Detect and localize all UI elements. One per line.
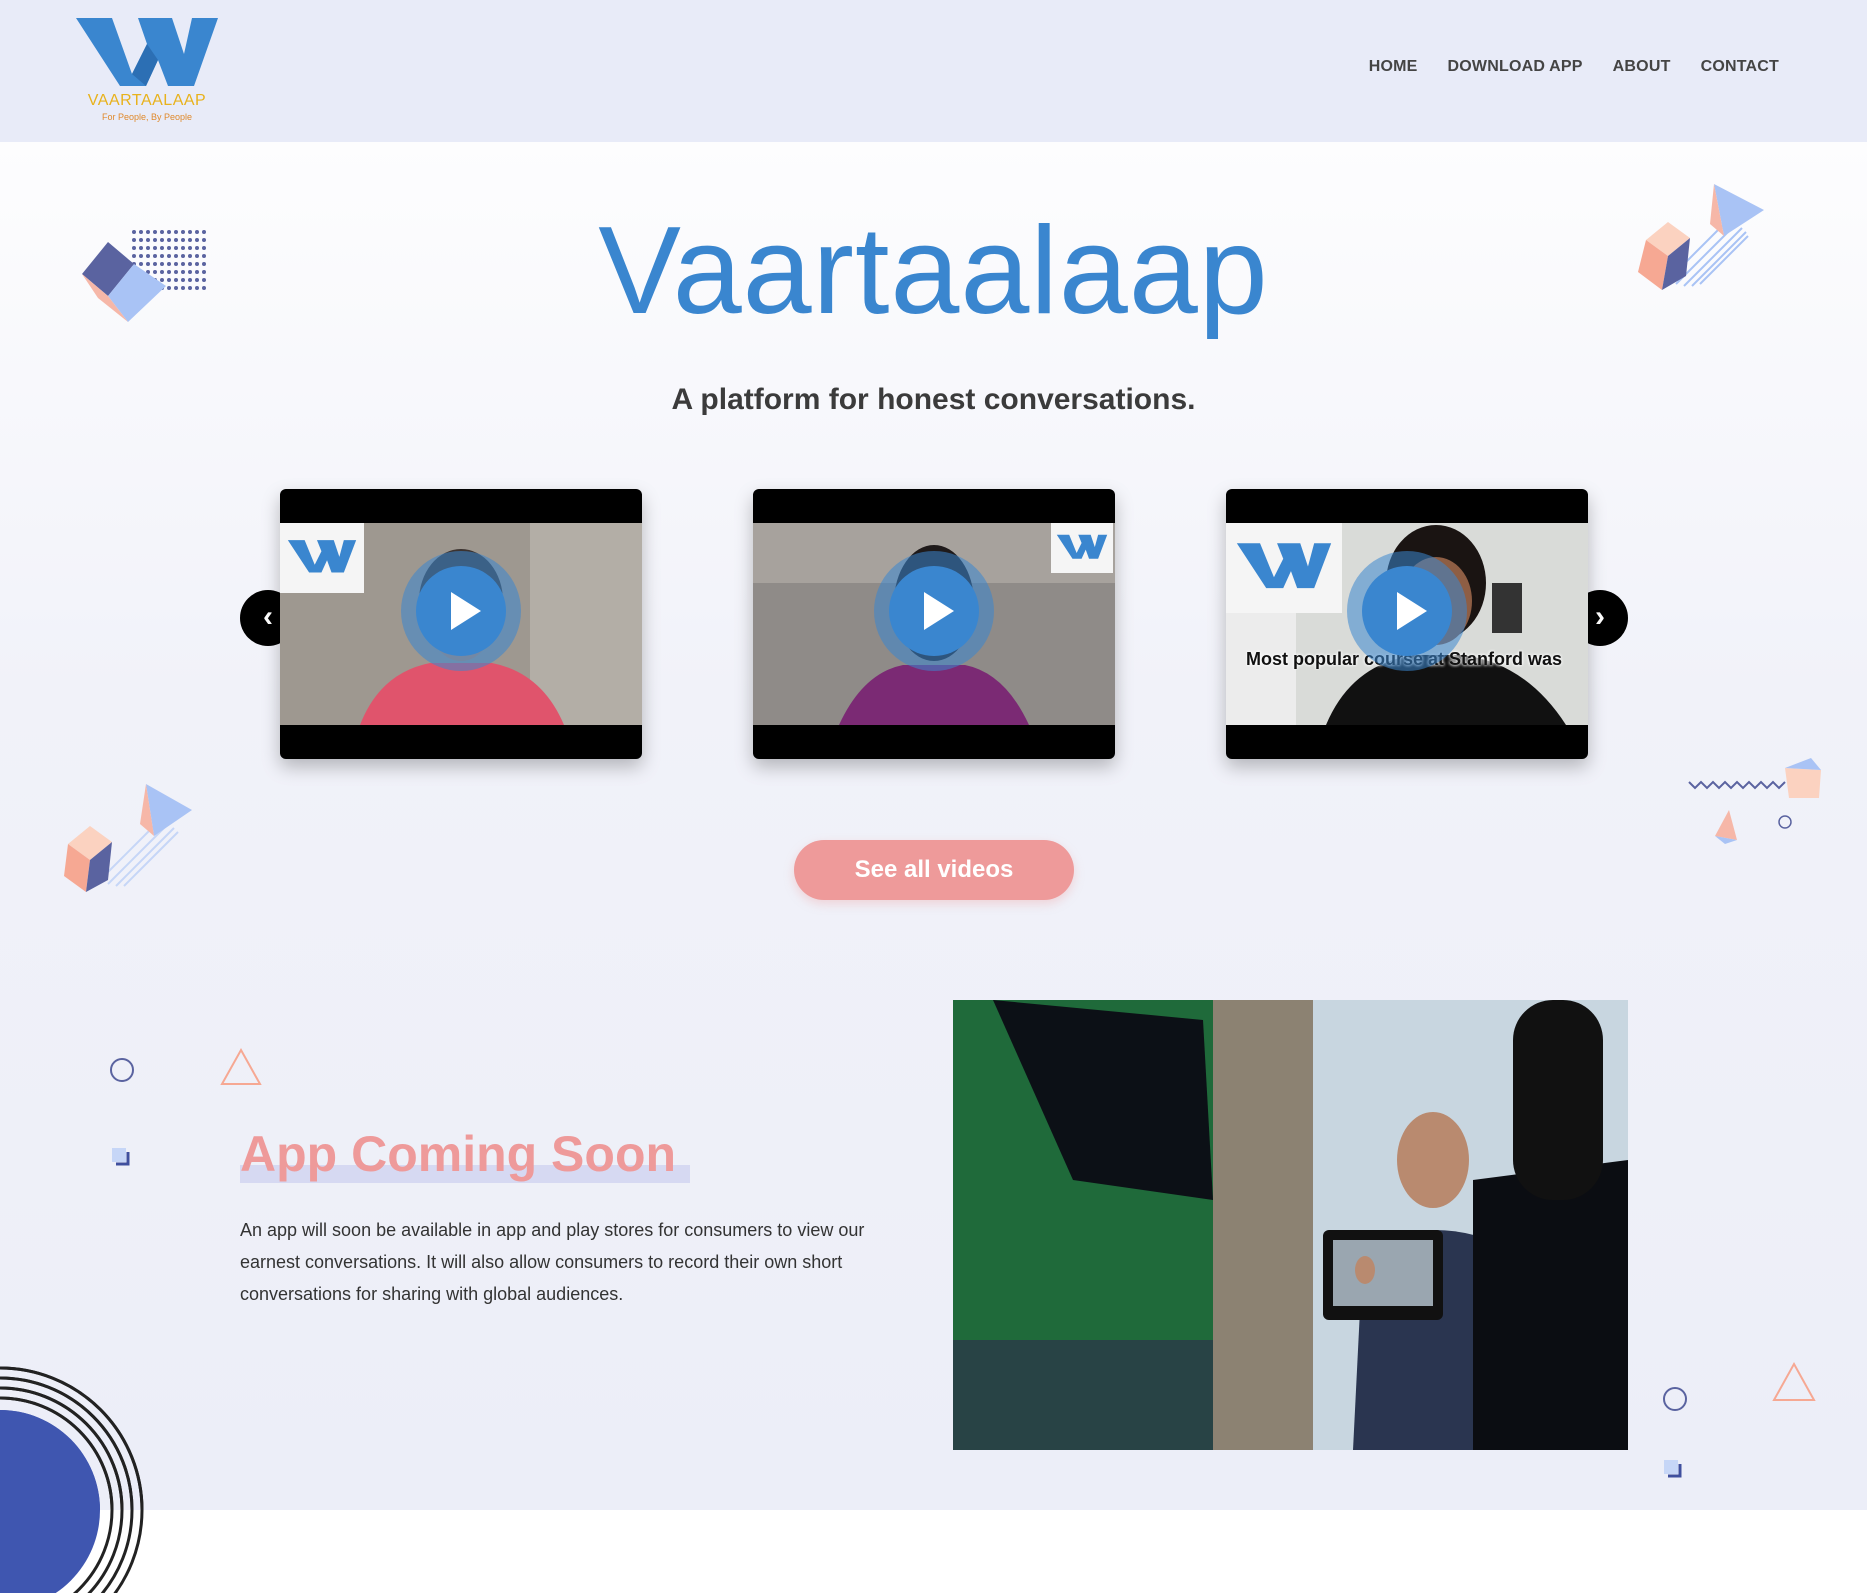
play-icon[interactable]	[889, 566, 979, 656]
video-card[interactable]	[753, 489, 1115, 759]
square-corner-icon	[112, 1148, 130, 1166]
concentric-arcs-overlay-icon	[0, 1366, 144, 1593]
watermark-logo-icon	[280, 523, 364, 593]
site-header: VAARTAALAAP For People, By People HOME D…	[0, 0, 1867, 142]
cube-cone-decoration-left-icon	[64, 784, 192, 892]
logo-text: VAARTAALAAP	[87, 92, 207, 109]
app-section-body: An app will soon be available in app and…	[240, 1220, 865, 1304]
brand-logo[interactable]: VAARTAALAAP For People, By People	[72, 14, 222, 129]
hero-title: Vaartaalaap	[598, 202, 1269, 340]
chevron-right-icon: ›	[1595, 600, 1605, 633]
video-card[interactable]: Most popular course at Stanford was	[1226, 489, 1588, 759]
nav-about[interactable]: ABOUT	[1613, 58, 1671, 76]
studio-camera-image	[953, 1000, 1628, 1450]
footer-band	[0, 1510, 1867, 1593]
play-icon[interactable]	[416, 566, 506, 656]
circle-outline-icon	[1663, 1387, 1687, 1411]
play-icon[interactable]	[1362, 566, 1452, 656]
nav-download-app[interactable]: DOWNLOAD APP	[1448, 58, 1583, 76]
chevron-left-icon: ‹	[263, 600, 273, 633]
hero-subtitle: A platform for honest conversations.	[671, 383, 1196, 416]
nav-home[interactable]: HOME	[1369, 58, 1418, 76]
logo-tagline: For People, By People	[101, 112, 193, 122]
triangle-outline-icon	[1772, 1361, 1816, 1401]
see-all-videos-button[interactable]: See all videos	[794, 840, 1074, 900]
square-corner-icon	[1664, 1460, 1682, 1478]
circle-outline-icon	[110, 1058, 134, 1082]
watermark-logo-icon	[1051, 523, 1113, 573]
triangle-outline-icon	[220, 1047, 262, 1085]
app-section-title: App Coming Soon	[240, 1126, 677, 1182]
nav-contact[interactable]: CONTACT	[1701, 58, 1779, 76]
logo-mark-icon	[76, 18, 218, 86]
watermark-logo-icon	[1226, 523, 1342, 613]
main-nav: HOME DOWNLOAD APP ABOUT CONTACT	[1339, 58, 1779, 76]
video-card[interactable]	[280, 489, 642, 759]
zigzag-decoration-icon	[1688, 758, 1821, 844]
